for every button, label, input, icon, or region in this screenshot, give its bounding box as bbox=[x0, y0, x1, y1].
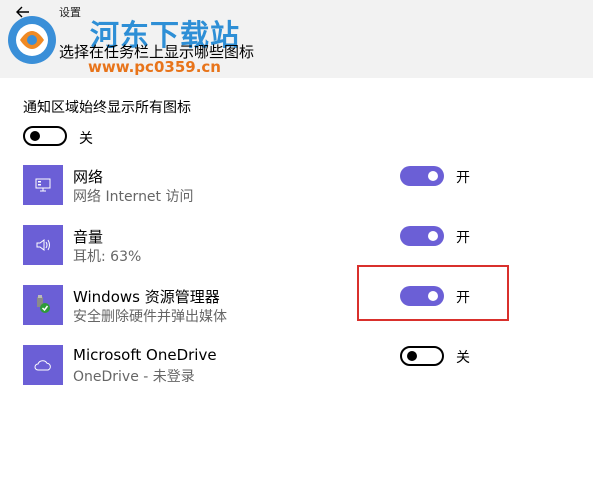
app-name: Windows 资源管理器 bbox=[73, 288, 220, 306]
network-state: 开 bbox=[456, 170, 470, 186]
cloud-icon bbox=[23, 345, 63, 385]
toggle-knob bbox=[407, 351, 417, 361]
highlight-box bbox=[357, 265, 509, 321]
always-show-state: 关 bbox=[79, 131, 93, 147]
network-toggle[interactable] bbox=[400, 166, 444, 186]
watermark-url: www.pc0359.cn bbox=[88, 58, 221, 76]
toggle-knob bbox=[428, 171, 438, 181]
volume-toggle[interactable] bbox=[400, 226, 444, 246]
toggle-knob bbox=[30, 131, 40, 141]
app-subtitle: 安全删除硬件并弹出媒体 bbox=[73, 309, 227, 325]
watermark-logo-icon bbox=[6, 14, 58, 66]
app-name: Microsoft OneDrive bbox=[73, 346, 217, 364]
app-name: 网络 bbox=[73, 168, 104, 186]
always-show-toggle[interactable] bbox=[23, 126, 67, 146]
network-icon bbox=[23, 165, 63, 205]
window-title: 设置 bbox=[59, 6, 81, 19]
app-name: 音量 bbox=[73, 228, 104, 246]
app-subtitle: 耳机: 63% bbox=[73, 249, 142, 265]
app-subtitle: OneDrive - 未登录 bbox=[73, 369, 195, 385]
usb-safely-remove-icon bbox=[23, 285, 63, 325]
app-subtitle: 网络 Internet 访问 bbox=[73, 189, 194, 205]
toggle-knob bbox=[428, 231, 438, 241]
volume-state: 开 bbox=[456, 230, 470, 246]
onedrive-toggle[interactable] bbox=[400, 346, 444, 366]
speaker-icon bbox=[23, 225, 63, 265]
onedrive-state: 关 bbox=[456, 350, 470, 366]
always-show-label: 通知区域始终显示所有图标 bbox=[23, 100, 191, 116]
